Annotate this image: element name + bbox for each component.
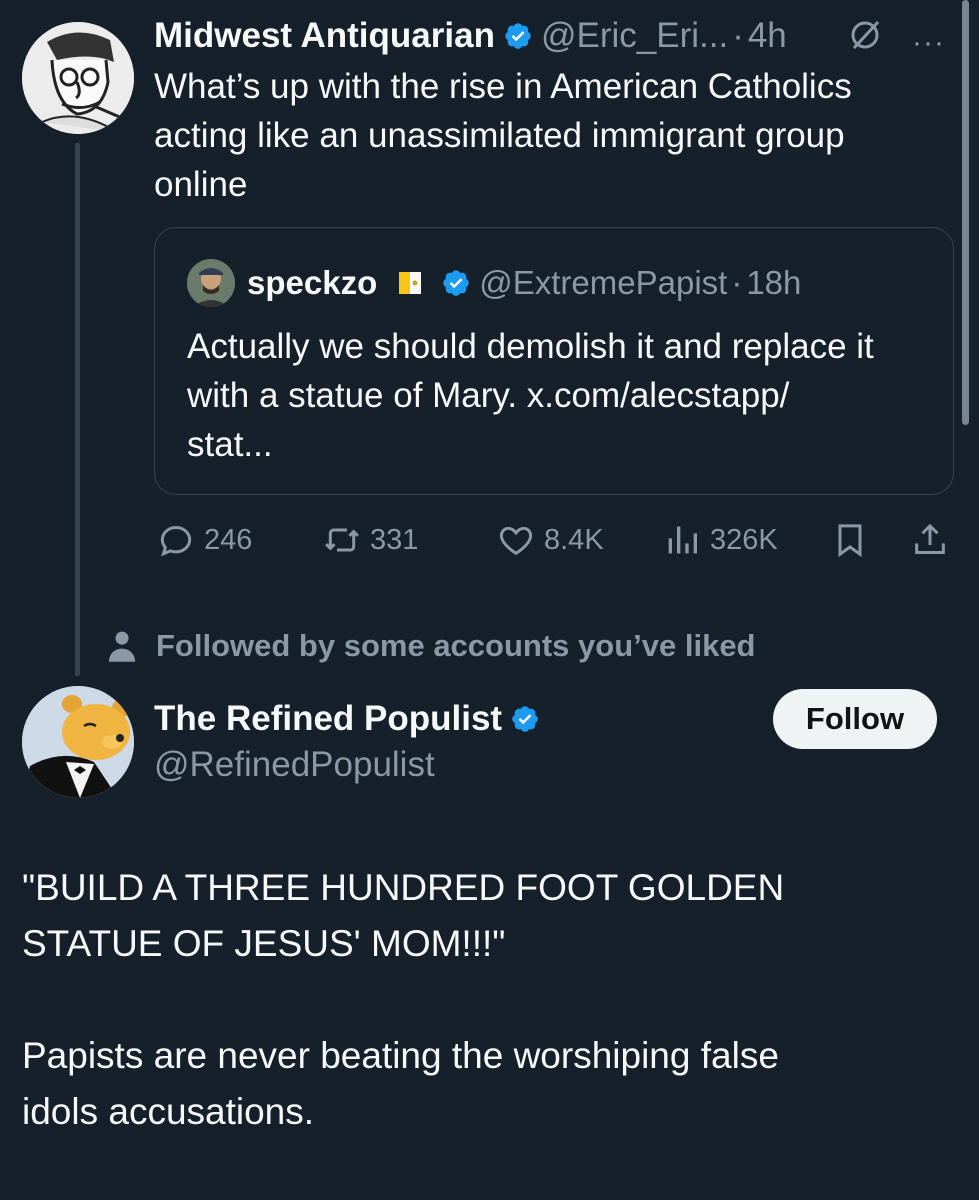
tweet2-header: The Refined Populist (154, 697, 548, 741)
quote-header: speckzo @ExtremePapist · 18h (187, 258, 801, 308)
vatican-flag-icon (399, 269, 422, 297)
reply-button[interactable]: 246 (156, 518, 252, 562)
author-name[interactable]: The Refined Populist (154, 699, 502, 739)
reply-icon (160, 525, 192, 557)
followed-by-text: Followed by some accounts you’ve liked (156, 628, 756, 663)
like-icon (499, 526, 533, 556)
quote-author-handle[interactable]: @ExtremePapist (479, 264, 727, 302)
avatar-refined-populist[interactable] (22, 686, 134, 798)
followed-by-notice: Followed by some accounts you’ve liked (106, 624, 756, 668)
separator-dot: · (731, 264, 743, 301)
timestamp[interactable]: 4h (748, 16, 787, 56)
author-handle[interactable]: @Eric_Eri... (541, 16, 728, 56)
like-count: 8.4K (544, 523, 604, 556)
follow-button[interactable]: Follow (773, 689, 937, 749)
grok-icon[interactable] (848, 18, 882, 52)
avatar-midwest-antiquarian[interactable] (22, 22, 134, 134)
bookmark-icon (838, 524, 862, 558)
like-button[interactable]: 8.4K (496, 518, 604, 562)
tweet2-text: "BUILD A THREE HUNDRED FOOT GOLDEN STATU… (22, 867, 785, 1132)
separator-dot: · (732, 16, 744, 55)
author-name[interactable]: Midwest Antiquarian (154, 16, 495, 56)
tweet1-text: What’s up with the rise in American Cath… (154, 67, 852, 204)
thread-connector-line (75, 143, 80, 676)
verified-badge-icon (510, 704, 540, 734)
avatar-speckzo[interactable] (187, 259, 235, 307)
tweet1-header: Midwest Antiquarian @Eric_Eri... · 4h (154, 14, 787, 58)
view-count: 326K (710, 523, 778, 556)
repost-icon (325, 528, 359, 552)
scrollbar[interactable] (962, 0, 969, 425)
repost-button[interactable]: 331 (322, 518, 418, 562)
verified-badge-icon (441, 268, 471, 298)
quote-author-name[interactable]: speckzo (247, 264, 377, 302)
bookmark-button[interactable] (830, 518, 878, 562)
more-icon[interactable]: ··· (912, 26, 945, 60)
views-button[interactable]: 326K (662, 518, 778, 562)
views-icon (668, 526, 697, 554)
quote-text: Actually we should demolish it and repla… (187, 327, 874, 464)
verified-badge-icon (503, 21, 533, 51)
person-icon (108, 631, 136, 662)
share-icon (915, 523, 945, 554)
reply-count: 246 (204, 523, 253, 556)
quote-timestamp[interactable]: 18h (746, 264, 801, 302)
author-handle[interactable]: @RefinedPopulist (154, 744, 435, 786)
share-button[interactable] (910, 518, 958, 562)
repost-count: 331 (370, 523, 419, 556)
